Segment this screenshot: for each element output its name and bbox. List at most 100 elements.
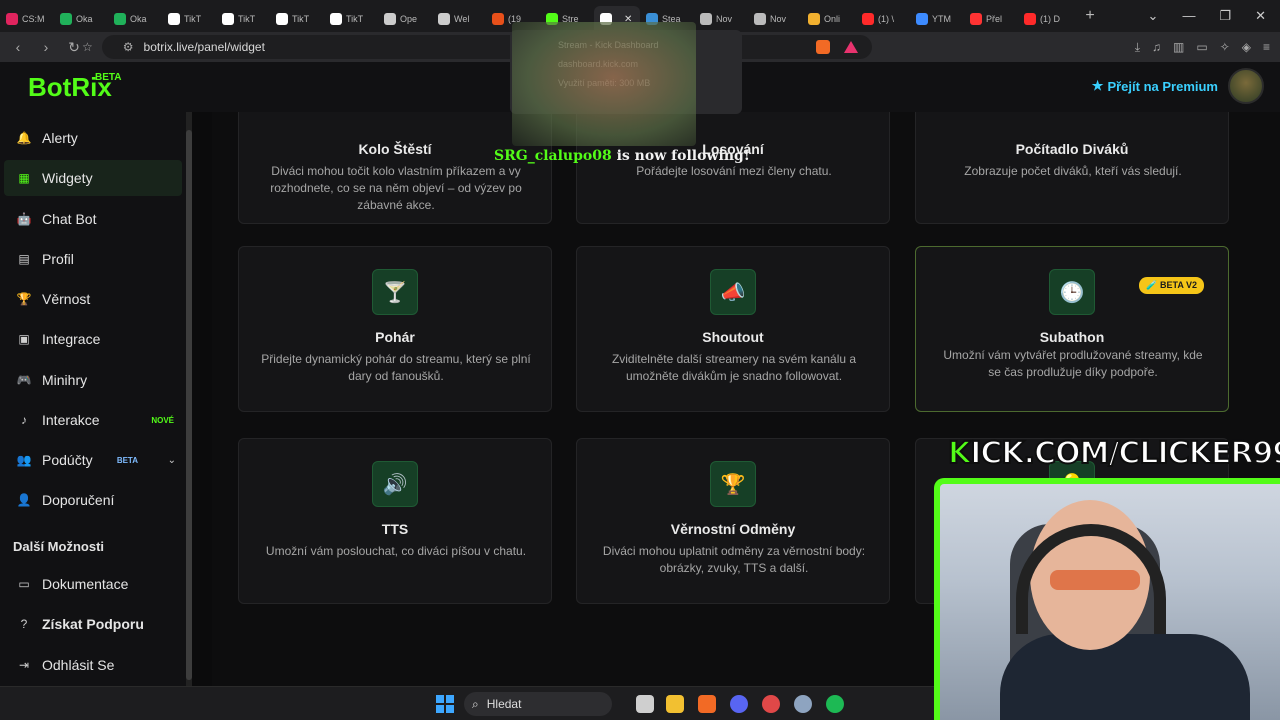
tab-label: Wel [454, 14, 470, 24]
channel-banner-text: ICK.COM/CLICKER999 [969, 435, 1280, 472]
sidebar-item[interactable]: 🤖 Chat Bot [4, 201, 182, 237]
browser-tab[interactable]: (1) \ [856, 6, 910, 32]
sidebar-item-label: Alerty [42, 130, 78, 146]
browser-tab[interactable]: TikT [162, 6, 216, 32]
discord-icon[interactable] [730, 695, 748, 713]
tab-label: Ope [400, 14, 418, 24]
user-avatar[interactable] [1228, 68, 1264, 104]
leo-icon[interactable]: ✧ [1220, 40, 1230, 55]
wallet-icon[interactable]: ▭ [1196, 40, 1207, 55]
cocktail-icon: 🍸 [372, 269, 418, 315]
tab-label: Přel [986, 14, 1003, 24]
logo-beta-badge: BETA [95, 72, 122, 83]
follow-message: is now following! [616, 148, 750, 164]
brave-shield-icon[interactable] [816, 40, 830, 54]
browser-tab[interactable]: TikT [270, 6, 324, 32]
media-icon[interactable]: ♫ [1152, 40, 1161, 55]
browser-tab[interactable]: Ope [378, 6, 432, 32]
sidebar-item[interactable]: ♪ Interakce NOVÉ [4, 402, 182, 438]
obs-icon[interactable] [762, 695, 780, 713]
robot-icon: 🤖 [16, 212, 32, 226]
webcam-overlay [934, 478, 1280, 720]
taskbar-search[interactable]: ⌕ Hledat [464, 692, 612, 716]
browser-tab[interactable]: Oka [108, 6, 162, 32]
tab-label: CS:M [22, 14, 45, 24]
reload-icon[interactable]: ↻ [66, 39, 82, 56]
browser-tab[interactable]: TikT [216, 6, 270, 32]
tab-favicon-icon [700, 13, 712, 25]
brave-rewards-icon[interactable] [844, 41, 858, 53]
logout-icon: ⇥ [18, 658, 30, 672]
browser-tab[interactable]: YTM [910, 6, 964, 32]
search-icon: ⌕ [472, 696, 479, 711]
new-tab-button[interactable]: + [1080, 7, 1100, 25]
sidebar-item-label: Minihry [42, 372, 88, 388]
sidebar-more-item[interactable]: ▭ Dokumentace [4, 566, 182, 602]
premium-button[interactable]: ★ Přejít na Premium [1092, 78, 1218, 94]
sidebar-item[interactable]: ▤ Profil [4, 241, 182, 277]
back-icon[interactable]: ‹ [10, 39, 26, 55]
tab-favicon-icon [330, 13, 342, 25]
bookmark-icon[interactable]: ☆ [82, 40, 93, 54]
browser-tab[interactable]: Wel [432, 6, 486, 32]
widget-card[interactable]: 🕒 Subathon Umožní vám vytvářet prodlužovan… [915, 246, 1229, 412]
site-info-icon[interactable]: ⚙ [123, 40, 134, 54]
menu-icon[interactable]: ≡ [1263, 40, 1270, 55]
widget-card[interactable]: 🔊 TTS Umožní vám poslouchat, co diváci píš… [238, 438, 552, 604]
widget-card[interactable]: Kolo Štěstí Diváci mohou točit kolo vlast… [238, 112, 552, 224]
widget-description: Umožní vám poslouchat, co diváci píšou v… [265, 544, 527, 558]
tab-search-icon[interactable]: ⌄ [1148, 8, 1159, 24]
trophy-icon: 🏆 [710, 461, 756, 507]
tab-favicon-icon [862, 13, 874, 25]
widget-card[interactable]: 📣 Shoutout Zviditelněte další streamery na… [576, 246, 890, 412]
brave-browser-icon[interactable] [698, 695, 716, 713]
settings-icon[interactable] [794, 695, 812, 713]
browser-tab[interactable]: TikT [324, 6, 378, 32]
window-controls: ⌄ — ❐ ✕ [1148, 8, 1280, 24]
browser-tab[interactable]: Přel [964, 6, 1018, 32]
browser-tab[interactable]: Nov [748, 6, 802, 32]
windows-start-icon[interactable] [436, 695, 454, 713]
widget-card[interactable]: 🏆 Věrnostní Odměny Diváci mohou uplatnit o… [576, 438, 890, 604]
sidebar-item[interactable]: ▦ Widgety [4, 160, 182, 196]
chevron-down-icon[interactable]: ⌄ [168, 455, 176, 466]
widget-card[interactable]: Počítadlo Diváků Zobrazuje počet diváků, … [915, 112, 1229, 224]
file-explorer-icon[interactable] [666, 695, 684, 713]
task-view-icon[interactable] [636, 695, 654, 713]
browser-tab[interactable]: (1) D [1018, 6, 1072, 32]
sidebar-scrollbar-thumb[interactable] [186, 130, 192, 680]
widget-card[interactable]: 🍸 Pohár Přidejte dynamický pohár do stream… [238, 246, 552, 412]
tab-favicon-icon [60, 13, 72, 25]
tab-favicon-icon [808, 13, 820, 25]
maximize-icon[interactable]: ❐ [1219, 8, 1231, 24]
sidebar-item[interactable]: 👤 Doporučení [4, 482, 182, 518]
browser-tab[interactable]: CS:M [0, 6, 54, 32]
forward-icon[interactable]: › [38, 39, 54, 55]
download-icon[interactable]: ⤓ [1135, 40, 1140, 55]
help-icon: ? [20, 617, 28, 631]
sidebar-item[interactable]: 🏆 Věrnost [4, 281, 182, 317]
sidebar-item-label: Integrace [42, 331, 101, 347]
sidebar-item[interactable]: 👥 Podúčty BETA ⌄ [4, 442, 182, 478]
browser-tab[interactable]: Oka [54, 6, 108, 32]
close-window-icon[interactable]: ✕ [1255, 8, 1266, 24]
sidebar-item[interactable]: 🎮 Minihry [4, 362, 182, 398]
vpn-icon[interactable]: ◈ [1242, 40, 1251, 55]
minimize-icon[interactable]: — [1182, 8, 1195, 24]
spotify-icon[interactable] [826, 695, 844, 713]
sidebar: Další Možnosti 🔔 Alerty ▦ Widgety 🤖 Chat Bot ▤… [0, 112, 190, 686]
tab-label: Onli [824, 14, 841, 24]
url-field[interactable]: ☆ ⚙ botrix.live/panel/widget [82, 35, 872, 59]
tab-favicon-icon [384, 13, 396, 25]
sidebar-item[interactable]: ▣ Integrace [4, 321, 182, 357]
star-icon: ★ [1091, 78, 1104, 93]
sidebar-item[interactable]: 🔔 Alerty [4, 120, 182, 156]
browser-tab[interactable]: Onli [802, 6, 856, 32]
widget-title: Věrnostní Odměny [670, 521, 796, 537]
sidebar-more-item[interactable]: ? Získat Podporu [4, 606, 182, 642]
channel-banner-k: K [947, 435, 972, 472]
sidebar-more-item[interactable]: ⇥ Odhlásit Se [4, 647, 182, 683]
browser-tab[interactable]: Nov [694, 6, 748, 32]
sidebar-toggle-icon[interactable]: ▥ [1173, 40, 1184, 55]
browser-toolbar-icons: ⤓ ♫ ▥ ▭ ✧ ◈ ≡ [1135, 40, 1270, 55]
